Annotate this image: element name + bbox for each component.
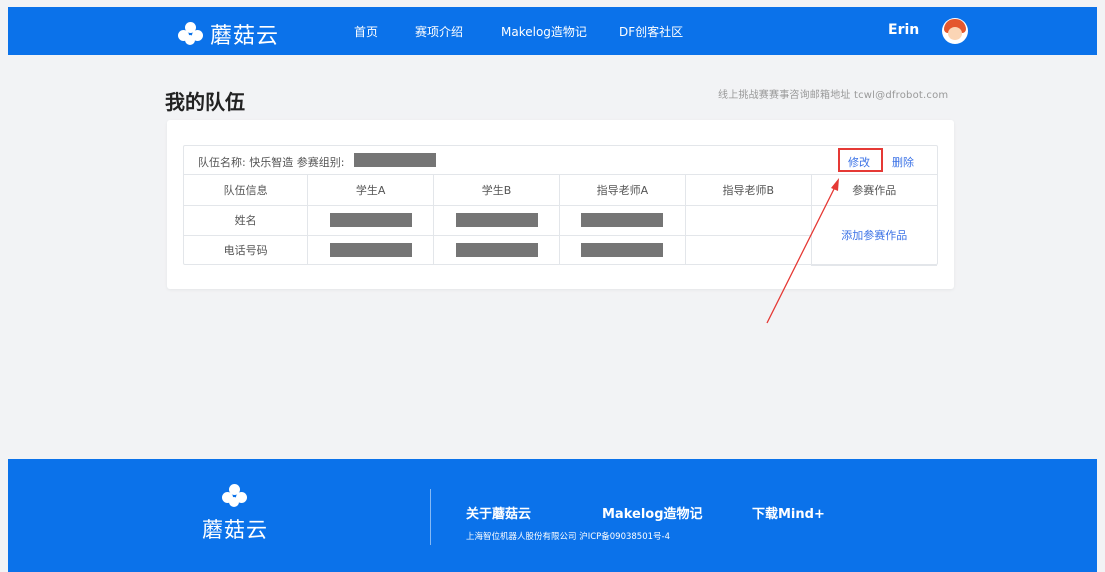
team-table: 队伍信息 学生A 学生B 指导老师A 指导老师B 参赛作品 姓名 添加参赛作品 … [184,175,937,266]
contact-email-text: 线上挑战赛赛事咨询邮箱地址 tcwl@dfrobot.com [718,90,949,101]
footer-divider [430,489,431,545]
team-header: 队伍名称: 快乐智造 参赛组别: 修改 删除 [184,146,937,175]
footer: 蘑菇云 关于蘑菇云 Makelog造物记 下载Mind+ 上海智位机器人股份有限… [8,459,1097,572]
column-header: 参赛作品 [811,175,937,206]
footer-link-makelog[interactable]: Makelog造物记 [602,503,703,522]
brand-logo[interactable]: 蘑菇云 [178,18,279,50]
page-title: 我的队伍 [165,90,245,114]
nav-item-df-community[interactable]: DF创客社区 [619,23,683,40]
add-work-button[interactable]: 添加参赛作品 [841,229,907,242]
top-nav: 蘑菇云 首页 赛项介绍 Makelog造物记 DF创客社区 Erin [8,7,1097,55]
column-header: 学生A [307,175,435,206]
column-header: 队伍信息 [184,175,309,206]
footer-logo-text: 蘑菇云 [202,518,268,542]
mushroom-logo-icon [222,484,248,508]
nav-item-home[interactable]: 首页 [354,23,378,40]
row-label: 电话号码 [184,235,309,265]
redacted-value [581,243,664,258]
footer-logo[interactable]: 蘑菇云 [200,484,270,544]
team-card: 队伍名称: 快乐智造 参赛组别: 修改 删除 队伍信息 学生A 学生B 指导老师… [167,120,954,289]
redacted-group [354,153,436,167]
delete-button[interactable]: 删除 [892,154,914,170]
column-header: 指导老师B [685,175,812,206]
redacted-value [455,243,538,258]
team-header-label: 队伍名称: 快乐智造 参赛组别: [198,156,345,169]
column-header: 学生B [433,175,560,206]
redacted-value [581,213,664,227]
user-name[interactable]: Erin [888,22,919,38]
avatar[interactable] [942,18,968,44]
table-row: 姓名 添加参赛作品 [184,205,937,266]
edit-button[interactable]: 修改 [848,154,870,170]
brand-logo-text: 蘑菇云 [210,24,280,49]
nav-item-makelog[interactable]: Makelog造物记 [501,23,587,40]
redacted-value [455,213,538,227]
footer-link-about[interactable]: 关于蘑菇云 [466,503,531,522]
nav-item-competition[interactable]: 赛项介绍 [415,23,463,40]
team-box: 队伍名称: 快乐智造 参赛组别: 修改 删除 队伍信息 学生A 学生B 指导老师… [183,145,938,266]
redacted-value [329,213,412,227]
footer-link-download-mind[interactable]: 下载Mind+ [752,503,825,522]
footer-copyright: 上海智位机器人股份有限公司 沪ICP备09038501号-4 [466,532,671,542]
table-header-row: 队伍信息 学生A 学生B 指导老师A 指导老师B 参赛作品 [184,175,937,206]
redacted-value [329,243,412,258]
row-label: 姓名 [184,205,309,236]
mushroom-logo-icon [178,22,204,46]
column-header: 指导老师A [559,175,686,206]
